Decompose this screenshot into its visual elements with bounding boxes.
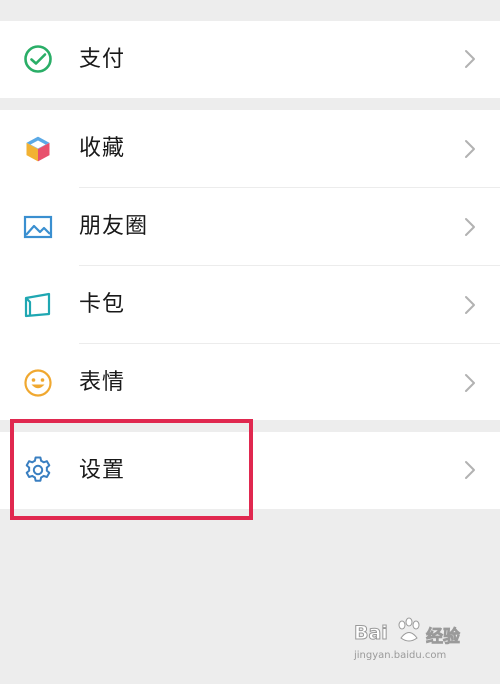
menu-item-label: 支付: [79, 47, 126, 72]
menu-item-moments[interactable]: 朋友圈: [0, 188, 500, 266]
chevron-right-icon: [465, 140, 475, 158]
features-group: 收藏 朋友圈 卡包 表情: [0, 110, 500, 420]
watermark-url: jingyan.baidu.com: [354, 650, 447, 661]
highlight-box: [10, 419, 253, 520]
menu-item-stickers[interactable]: 表情: [0, 344, 500, 422]
menu-item-pay[interactable]: 支付: [0, 21, 500, 98]
wechat-pay-icon: [24, 45, 52, 73]
chevron-right-icon: [465, 374, 475, 392]
card-wallet-icon: [24, 292, 51, 318]
watermark-brand: Bai: [354, 622, 389, 645]
paw-icon: [398, 617, 420, 642]
menu-item-label: 朋友圈: [79, 214, 149, 239]
menu-item-label: 表情: [79, 370, 126, 395]
chevron-right-icon: [465, 50, 475, 68]
chevron-right-icon: [465, 218, 475, 236]
smiley-icon: [24, 369, 52, 397]
pay-group: 支付: [0, 21, 500, 98]
watermark-brand-suffix: 经验: [426, 627, 461, 648]
chevron-right-icon: [465, 461, 475, 479]
menu-item-favorites[interactable]: 收藏: [0, 110, 500, 188]
menu-item-cards[interactable]: 卡包: [0, 266, 500, 344]
menu-item-label: 收藏: [79, 136, 126, 161]
cube-icon: [25, 135, 51, 163]
chevron-right-icon: [465, 296, 475, 314]
image-icon: [23, 215, 53, 239]
menu-item-label: 卡包: [79, 292, 126, 317]
watermark: Bai 经验 jingyan.baidu.com: [354, 617, 474, 666]
